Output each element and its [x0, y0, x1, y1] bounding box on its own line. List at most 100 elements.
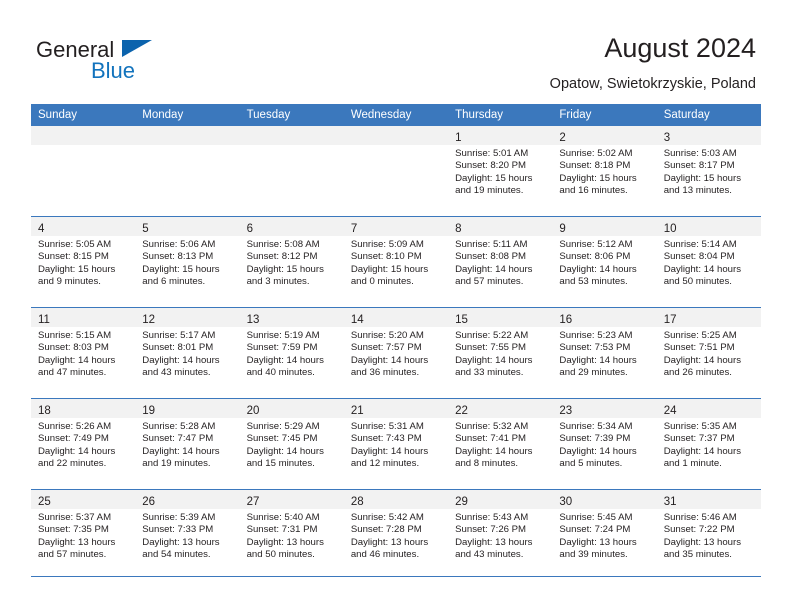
- day-number-bar: 25: [31, 490, 136, 509]
- sunrise-text: Sunrise: 5:34 AM: [559, 421, 633, 432]
- day-number: 13: [246, 314, 260, 326]
- sunset-text: Sunset: 7:22 PM: [663, 524, 735, 536]
- day-info: Sunrise: 5:37 AM Sunset: 7:35 PM Dayligh…: [31, 509, 135, 561]
- day-number-bar: [135, 126, 240, 145]
- sunset-text: Sunset: 7:45 PM: [246, 433, 318, 445]
- calendar-cell[interactable]: 19 Sunrise: 5:28 AM Sunset: 7:47 PM Dayl…: [135, 398, 240, 490]
- day-number-bar: 10: [656, 217, 761, 236]
- calendar-cell[interactable]: 11 Sunrise: 5:15 AM Sunset: 8:03 PM Dayl…: [31, 307, 136, 399]
- sunrise-text: Sunrise: 5:15 AM: [38, 330, 112, 341]
- calendar-cell[interactable]: [239, 126, 344, 217]
- calendar-cell[interactable]: 16 Sunrise: 5:23 AM Sunset: 7:53 PM Dayl…: [552, 307, 657, 399]
- day-info: Sunrise: 5:09 AM Sunset: 8:10 PM Dayligh…: [344, 236, 448, 288]
- sunrise-text: Sunrise: 5:46 AM: [663, 512, 737, 523]
- calendar-week-row: 1 Sunrise: 5:01 AM Sunset: 8:20 PM Dayli…: [31, 126, 761, 217]
- calendar-cell[interactable]: 28 Sunrise: 5:42 AM Sunset: 7:28 PM Dayl…: [343, 489, 449, 580]
- day-number-bar: [239, 126, 344, 145]
- calendar-cell[interactable]: 4 Sunrise: 5:05 AM Sunset: 8:15 PM Dayli…: [31, 216, 136, 308]
- daylight-text-line2: and 8 minutes.: [455, 457, 519, 469]
- calendar-cell[interactable]: 9 Sunrise: 5:12 AM Sunset: 8:06 PM Dayli…: [552, 216, 657, 308]
- day-cell: 10 Sunrise: 5:14 AM Sunset: 8:04 PM Dayl…: [656, 217, 761, 307]
- day-number-bar: 30: [552, 490, 657, 509]
- daylight-text-line1: Daylight: 14 hours: [246, 354, 324, 366]
- calendar-cell[interactable]: [31, 126, 136, 217]
- day-cell: 25 Sunrise: 5:37 AM Sunset: 7:35 PM Dayl…: [31, 490, 136, 580]
- daylight-text-line2: and 50 minutes.: [246, 548, 315, 560]
- calendar-cell[interactable]: 18 Sunrise: 5:26 AM Sunset: 7:49 PM Dayl…: [31, 398, 136, 490]
- brand-flag-icon: [122, 40, 152, 57]
- daylight-text-line2: and 19 minutes.: [455, 184, 524, 196]
- day-number: 5: [142, 223, 149, 235]
- calendar-cell[interactable]: 7 Sunrise: 5:09 AM Sunset: 8:10 PM Dayli…: [343, 216, 449, 308]
- calendar-cell[interactable]: 13 Sunrise: 5:19 AM Sunset: 7:59 PM Dayl…: [239, 307, 344, 399]
- sunrise-text: Sunrise: 5:19 AM: [246, 330, 320, 341]
- calendar-cell[interactable]: 25 Sunrise: 5:37 AM Sunset: 7:35 PM Dayl…: [31, 489, 136, 580]
- calendar-cell[interactable]: 27 Sunrise: 5:40 AM Sunset: 7:31 PM Dayl…: [239, 489, 344, 580]
- calendar-cell[interactable]: 2 Sunrise: 5:02 AM Sunset: 8:18 PM Dayli…: [552, 126, 657, 217]
- calendar-cell[interactable]: 3 Sunrise: 5:03 AM Sunset: 8:17 PM Dayli…: [656, 126, 761, 217]
- daylight-text-line2: and 6 minutes.: [142, 275, 206, 287]
- calendar-cell[interactable]: [135, 126, 240, 217]
- sunrise-text: Sunrise: 5:40 AM: [246, 512, 320, 523]
- day-cell: 27 Sunrise: 5:40 AM Sunset: 7:31 PM Dayl…: [239, 490, 344, 580]
- sunset-text: Sunset: 8:17 PM: [663, 160, 735, 172]
- sunset-text: Sunset: 7:39 PM: [559, 433, 631, 445]
- day-cell: 7 Sunrise: 5:09 AM Sunset: 8:10 PM Dayli…: [343, 217, 449, 307]
- day-number: 17: [663, 314, 677, 326]
- daylight-text-line1: Daylight: 15 hours: [38, 263, 116, 275]
- day-info: Sunrise: 5:31 AM Sunset: 7:43 PM Dayligh…: [344, 418, 448, 470]
- day-number: 22: [455, 405, 468, 417]
- calendar-cell[interactable]: 22 Sunrise: 5:32 AM Sunset: 7:41 PM Dayl…: [448, 398, 553, 490]
- day-info: Sunrise: 5:12 AM Sunset: 8:06 PM Dayligh…: [552, 236, 656, 288]
- daylight-text-line2: and 13 minutes.: [663, 184, 732, 196]
- sunrise-text: Sunrise: 5:45 AM: [559, 512, 633, 523]
- sunrise-text: Sunrise: 5:09 AM: [350, 239, 424, 250]
- sunset-text: Sunset: 8:20 PM: [455, 160, 527, 172]
- day-number-bar: 28: [343, 490, 449, 509]
- day-number: 29: [455, 496, 468, 508]
- sunrise-text: Sunrise: 5:08 AM: [246, 239, 320, 250]
- day-cell: 12 Sunrise: 5:17 AM Sunset: 8:01 PM Dayl…: [135, 308, 240, 398]
- sunset-text: Sunset: 7:24 PM: [559, 524, 631, 536]
- day-cell: 8 Sunrise: 5:11 AM Sunset: 8:08 PM Dayli…: [448, 217, 553, 307]
- calendar-cell[interactable]: 23 Sunrise: 5:34 AM Sunset: 7:39 PM Dayl…: [552, 398, 657, 490]
- calendar-cell[interactable]: 10 Sunrise: 5:14 AM Sunset: 8:04 PM Dayl…: [656, 216, 761, 308]
- calendar-cell[interactable]: 24 Sunrise: 5:35 AM Sunset: 7:37 PM Dayl…: [656, 398, 761, 490]
- calendar-cell[interactable]: 8 Sunrise: 5:11 AM Sunset: 8:08 PM Dayli…: [448, 216, 553, 308]
- calendar-week-row: 11 Sunrise: 5:15 AM Sunset: 8:03 PM Dayl…: [31, 307, 761, 399]
- page-subtitle-location: Opatow, Swietokrzyskie, Poland: [549, 76, 756, 92]
- day-info: Sunrise: 5:19 AM Sunset: 7:59 PM Dayligh…: [240, 327, 344, 379]
- day-number-bar: 15: [448, 308, 553, 327]
- day-number: 25: [38, 496, 51, 508]
- day-number-bar: 21: [343, 399, 449, 418]
- day-info: Sunrise: 5:34 AM Sunset: 7:39 PM Dayligh…: [552, 418, 656, 470]
- calendar-cell[interactable]: 31 Sunrise: 5:46 AM Sunset: 7:22 PM Dayl…: [656, 489, 761, 580]
- calendar-cell[interactable]: 21 Sunrise: 5:31 AM Sunset: 7:43 PM Dayl…: [343, 398, 449, 490]
- daylight-text-line1: Daylight: 14 hours: [455, 445, 533, 457]
- day-cell: 28 Sunrise: 5:42 AM Sunset: 7:28 PM Dayl…: [343, 490, 449, 580]
- day-info: Sunrise: 5:02 AM Sunset: 8:18 PM Dayligh…: [552, 145, 656, 197]
- day-info: Sunrise: 5:11 AM Sunset: 8:08 PM Dayligh…: [448, 236, 552, 288]
- brand-logo[interactable]: General Blue: [36, 38, 256, 83]
- calendar-cell[interactable]: [343, 126, 449, 217]
- calendar-cell[interactable]: 6 Sunrise: 5:08 AM Sunset: 8:12 PM Dayli…: [239, 216, 344, 308]
- day-info: Sunrise: 5:23 AM Sunset: 7:53 PM Dayligh…: [552, 327, 656, 379]
- sunrise-text: Sunrise: 5:37 AM: [38, 512, 112, 523]
- sunset-text: Sunset: 7:28 PM: [350, 524, 422, 536]
- sunrise-text: Sunrise: 5:42 AM: [350, 512, 424, 523]
- daylight-text-line1: Daylight: 15 hours: [663, 172, 742, 184]
- calendar-cell[interactable]: 29 Sunrise: 5:43 AM Sunset: 7:26 PM Dayl…: [448, 489, 553, 580]
- day-info: Sunrise: 5:28 AM Sunset: 7:47 PM Dayligh…: [135, 418, 239, 470]
- calendar-cell[interactable]: 15 Sunrise: 5:22 AM Sunset: 7:55 PM Dayl…: [448, 307, 553, 399]
- calendar-cell[interactable]: 5 Sunrise: 5:06 AM Sunset: 8:13 PM Dayli…: [135, 216, 240, 308]
- calendar-cell[interactable]: 30 Sunrise: 5:45 AM Sunset: 7:24 PM Dayl…: [552, 489, 657, 580]
- calendar-cell[interactable]: 17 Sunrise: 5:25 AM Sunset: 7:51 PM Dayl…: [656, 307, 761, 399]
- calendar-cell[interactable]: 26 Sunrise: 5:39 AM Sunset: 7:33 PM Dayl…: [135, 489, 240, 580]
- calendar-cell[interactable]: 1 Sunrise: 5:01 AM Sunset: 8:20 PM Dayli…: [448, 126, 553, 217]
- calendar-cell[interactable]: 20 Sunrise: 5:29 AM Sunset: 7:45 PM Dayl…: [239, 398, 344, 490]
- daylight-text-line1: Daylight: 13 hours: [350, 536, 429, 548]
- calendar-cell[interactable]: 14 Sunrise: 5:20 AM Sunset: 7:57 PM Dayl…: [343, 307, 449, 399]
- daylight-text-line2: and 33 minutes.: [455, 366, 524, 378]
- calendar-cell[interactable]: 12 Sunrise: 5:17 AM Sunset: 8:01 PM Dayl…: [135, 307, 240, 399]
- calendar-week-row: 4 Sunrise: 5:05 AM Sunset: 8:15 PM Dayli…: [31, 216, 761, 308]
